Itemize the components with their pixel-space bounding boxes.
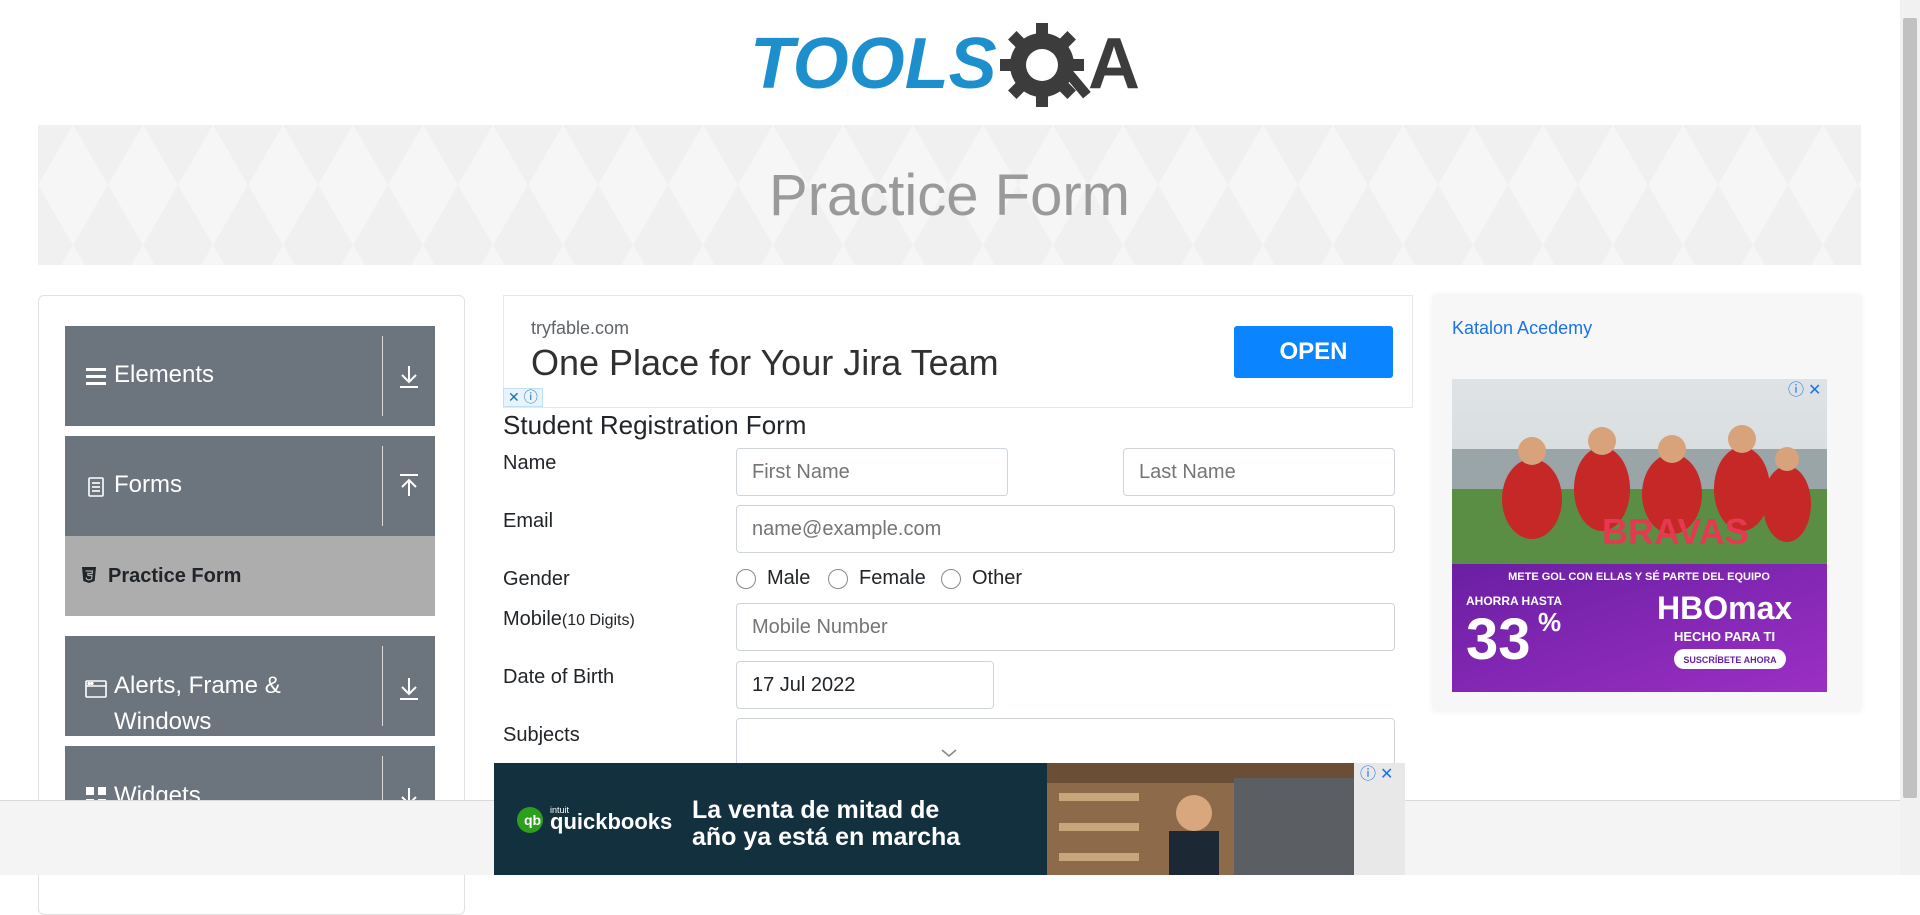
radio-circle[interactable] <box>941 568 961 589</box>
close-icon: ✕ <box>1808 380 1821 399</box>
gender-radio-female[interactable]: Female <box>828 567 926 590</box>
logo-tools-text: TOOLS <box>750 24 997 104</box>
menu-item-practice-form[interactable]: Practice Form <box>65 536 435 616</box>
radio-label: Male <box>767 567 811 589</box>
ad-headline: One Place for Your Jira Team <box>531 342 999 383</box>
radio-label: Female <box>859 567 926 589</box>
subjects-label: Subjects <box>503 724 580 746</box>
gear-icon <box>1000 23 1091 107</box>
menu-group-label: Forms <box>114 471 182 498</box>
menu-group-elements[interactable]: Elements <box>65 326 435 426</box>
page-banner: Practice Form <box>38 125 1861 265</box>
last-name-input[interactable] <box>1123 448 1395 496</box>
quickbooks-ad[interactable]: qb intuit quickbooks La venta de mitad d… <box>494 763 1405 875</box>
discount-value: 33 <box>1466 607 1531 672</box>
first-name-input[interactable] <box>736 448 1008 496</box>
html5-icon <box>81 566 97 584</box>
mobile-input[interactable] <box>736 603 1395 651</box>
radio-circle[interactable] <box>828 568 848 589</box>
hbomax-cta: SUSCRÍBETE AHORA <box>1683 655 1777 665</box>
store-photo <box>1047 763 1405 875</box>
ad-line1: La venta de mitad de <box>692 796 939 824</box>
info-icon: ⓘ <box>1360 764 1376 783</box>
menu-group-label: Elements <box>114 361 215 388</box>
hamburger-icon <box>85 365 107 387</box>
discount-label: AHORRA HASTA <box>1466 594 1562 608</box>
discount-unit: % <box>1538 607 1561 637</box>
menu-group-forms[interactable]: Forms <box>65 436 435 536</box>
email-input[interactable] <box>736 505 1395 553</box>
hbo-max-ad[interactable]: BRAVAS METE GOL CON ELLAS Y SÉ PARTE DEL… <box>1452 379 1827 692</box>
download-icon[interactable] <box>393 672 425 704</box>
mobile-hint: (10 Digits) <box>561 612 635 629</box>
dob-label: Date of Birth <box>503 666 615 688</box>
mobile-label-text: Mobile <box>503 608 562 630</box>
download-icon[interactable] <box>393 360 425 392</box>
document-icon <box>85 476 107 498</box>
menu-group-label-line1: Alerts, Frame & <box>114 672 281 699</box>
menu-group-label-line2: Windows <box>114 708 212 735</box>
ad-line2: año ya está en marcha <box>692 823 961 851</box>
info-icon: ⓘ <box>1788 380 1804 399</box>
katalon-alt-text: Katalon Acedemy <box>1452 318 1593 338</box>
hbomax-tagline: HECHO PARA TI <box>1674 629 1775 644</box>
info-icon[interactable]: ⓘ <box>524 389 538 405</box>
top-advertisement[interactable]: tryfable.com One Place for Your Jira Tea… <box>503 295 1413 408</box>
svg-text:qb: qb <box>524 812 541 828</box>
close-icon[interactable]: ✕ <box>508 389 520 405</box>
email-label: Email <box>503 510 554 532</box>
promo-line: METE GOL CON ELLAS Y SÉ PARTE DEL EQUIPO <box>1508 570 1770 583</box>
page-title: Practice Form <box>769 162 1130 228</box>
gender-label: Gender <box>503 568 570 590</box>
mobile-label: Mobile(10 Digits) <box>503 608 635 631</box>
show-title: BRAVAS <box>1602 511 1749 552</box>
ad-domain: tryfable.com <box>531 318 630 338</box>
name-label: Name <box>503 452 557 474</box>
gender-radio-male[interactable]: Male <box>736 567 810 590</box>
upload-icon[interactable] <box>393 470 425 502</box>
close-icon: ✕ <box>1380 764 1393 783</box>
ad-open-button[interactable]: OPEN <box>1234 326 1393 378</box>
window-icon <box>85 678 107 700</box>
dob-input[interactable] <box>736 661 994 709</box>
scrollbar-thumb[interactable] <box>1903 18 1917 798</box>
gender-radio-other[interactable]: Other <box>941 567 1022 590</box>
ad-brand: quickbooks <box>550 809 672 834</box>
katalon-ad-link[interactable]: Katalon Acedemy <box>1452 318 1592 339</box>
ad-choices[interactable]: ✕ ⓘ <box>503 388 543 407</box>
hbomax-brand: HBOmax <box>1657 590 1792 626</box>
subjects-input[interactable] <box>736 718 1395 766</box>
chevron-down-icon[interactable] <box>940 741 958 764</box>
menu-group-alerts[interactable]: Alerts, Frame & Windows <box>65 636 435 736</box>
menu-item-label: Practice Form <box>108 565 242 587</box>
radio-label: Other <box>972 567 1023 589</box>
logo-qa-text: A <box>1088 24 1140 104</box>
radio-circle[interactable] <box>736 568 756 589</box>
form-title: Student Registration Form <box>503 410 807 440</box>
toolsqa-logo[interactable]: TOOLS A <box>750 18 1155 114</box>
